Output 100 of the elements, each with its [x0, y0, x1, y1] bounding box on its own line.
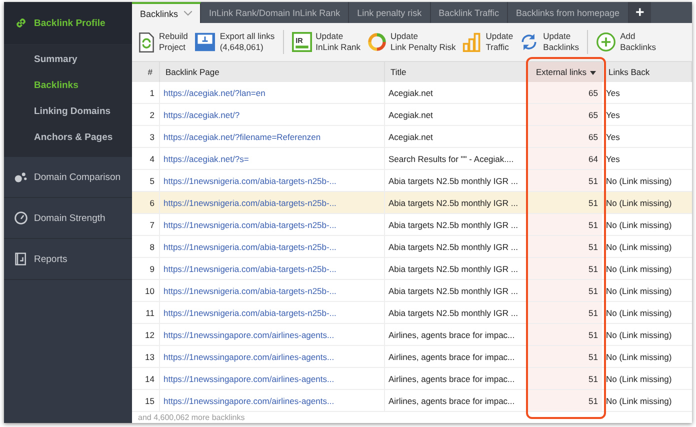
backlink-url[interactable]: https://1newsnigeria.com/abia-targets-n25b-... — [159, 302, 384, 324]
links-back-cell: No (Link missing) — [602, 390, 692, 412]
table-row[interactable]: 4 https://acegiak.net/?s= Search Results for "" - Acegiak.... 64 Yes — [132, 148, 692, 170]
row-number: 10 — [132, 280, 159, 302]
sidebar-item[interactable]: Anchors & Pages — [4, 125, 132, 151]
links-back-cell: Yes — [602, 82, 692, 104]
backlink-url[interactable]: https://acegiak.net/?filename=Referenzen — [159, 126, 384, 148]
external-links-cell: 51 — [527, 214, 602, 236]
toolbar-button[interactable]: Update Backlinks — [519, 31, 580, 53]
external-links-cell: 51 — [527, 390, 602, 412]
backlink-url[interactable]: https://1newsnigeria.com/abia-targets-n25b-... — [159, 192, 384, 214]
add-tab-button[interactable]: + — [628, 2, 652, 23]
title-cell: Airlines, agents brace for impac... — [384, 390, 527, 412]
title-cell: Airlines, agents brace for impac... — [384, 346, 527, 368]
table-row[interactable]: 13 https://1newssingapore.com/airlines-agents... Airlines, agents brace for impac... 51 No (Link missing) — [132, 346, 692, 368]
table-row[interactable]: 2 https://acegiak.net/? Acegiak.net 65 Yes — [132, 104, 692, 126]
column-header[interactable]: Links Back — [602, 62, 692, 82]
row-number: 4 — [132, 148, 159, 170]
links-back-cell: Yes — [602, 104, 692, 126]
toolbar-button[interactable]: Add Backlinks — [596, 31, 656, 53]
links-back-cell: No (Link missing) — [602, 214, 692, 236]
table-row[interactable]: 15 https://1newssingapore.com/airlines-agents... Airlines, agents brace for impac... 51 No (Link missing) — [132, 390, 692, 412]
table-row[interactable]: 3 https://acegiak.net/?filename=Referenzen Acegiak.net 65 Yes — [132, 126, 692, 148]
row-number: 13 — [132, 346, 159, 368]
row-number: 7 — [132, 214, 159, 236]
toolbar-button[interactable]: IR Update InLink Rank — [292, 31, 361, 53]
external-links-cell: 64 — [527, 148, 602, 170]
external-links-cell: 51 — [527, 258, 602, 280]
links-back-cell: No (Link missing) — [602, 192, 692, 214]
backlink-url[interactable]: https://acegiak.net/?lan=en — [159, 82, 384, 104]
table-row[interactable]: 1 https://acegiak.net/?lan=en Acegiak.net 65 Yes — [132, 82, 692, 104]
table-row[interactable]: 9 https://1newsnigeria.com/abia-targets-n25b-... Abia targets N2.5b monthly IGR ... 51 No (Link missing) — [132, 258, 692, 280]
tab[interactable]: Backlinks — [132, 2, 202, 23]
title-cell: Acegiak.net — [384, 82, 527, 104]
links-back-cell: No (Link missing) — [602, 302, 692, 324]
tab[interactable]: InLink Rank/Domain InLink Rank — [201, 2, 350, 23]
ring-icon — [366, 32, 387, 52]
links-back-cell: No (Link missing) — [602, 280, 692, 302]
row-number: 8 — [132, 236, 159, 258]
column-header[interactable]: # — [132, 62, 159, 82]
table-row[interactable]: 8 https://1newsnigeria.com/abia-targets-n25b-... Abia targets N2.5b monthly IGR ... 51 No (Link missing) — [132, 236, 692, 258]
sidebar-item[interactable]: Backlinks — [4, 73, 132, 99]
toolbar-button[interactable]: Update Link Penalty Risk — [366, 31, 456, 53]
tab[interactable]: Link penalty risk — [349, 2, 431, 23]
external-links-cell: 51 — [527, 170, 602, 192]
row-number: 12 — [132, 324, 159, 346]
external-links-cell: 51 — [527, 302, 602, 324]
ir-label: IR — [295, 36, 303, 45]
table-row[interactable]: 14 https://1newssingapore.com/airlines-agents... Airlines, agents brace for impac... 51 No (Link missing) — [132, 368, 692, 390]
sidebar-section[interactable]: Backlink Profile — [4, 2, 132, 45]
external-links-cell: 51 — [527, 368, 602, 390]
backlink-url[interactable]: https://1newsnigeria.com/abia-targets-n25b-... — [159, 280, 384, 302]
backlink-url[interactable]: https://1newssingapore.com/airlines-agents... — [159, 390, 384, 412]
links-back-cell: Yes — [602, 148, 692, 170]
title-cell: Acegiak.net — [384, 104, 527, 126]
csv-file-icon — [194, 32, 216, 52]
backlink-url[interactable]: https://1newsnigeria.com/abia-targets-n25b-... — [159, 214, 384, 236]
external-links-cell: 51 — [527, 346, 602, 368]
sort-caret-icon — [590, 70, 596, 75]
gauge-icon — [14, 211, 28, 225]
document-icon — [14, 252, 28, 266]
title-cell: Abia targets N2.5b monthly IGR ... — [384, 214, 527, 236]
title-cell: Airlines, agents brace for impac... — [384, 324, 527, 346]
links-back-cell: No (Link missing) — [602, 346, 692, 368]
row-number: 11 — [132, 302, 159, 324]
row-number: 9 — [132, 258, 159, 280]
title-cell: Airlines, agents brace for impac... — [384, 368, 527, 390]
backlink-url[interactable]: https://1newssingapore.com/airlines-agents... — [159, 324, 384, 346]
links-back-cell: No (Link missing) — [602, 258, 692, 280]
row-number: 3 — [132, 126, 159, 148]
table-row[interactable]: 10 https://1newsnigeria.com/abia-targets-n25b-... Abia targets N2.5b monthly IGR ... 51 No (Link missing) — [132, 280, 692, 302]
column-header[interactable]: External links — [527, 62, 602, 82]
tab[interactable]: Backlink Traffic — [430, 2, 508, 23]
toolbar-button[interactable]: Rebuild Project — [138, 31, 188, 53]
sidebar-item[interactable]: Linking Domains — [4, 99, 132, 125]
table-row[interactable]: 12 https://1newssingapore.com/airlines-agents... Airlines, agents brace for impac... 51 No (Link missing) — [132, 324, 692, 346]
row-number: 14 — [132, 368, 159, 390]
external-links-cell: 51 — [527, 324, 602, 346]
toolbar-button[interactable]: Export all links (4,648,061) — [194, 31, 275, 53]
table-row[interactable]: 11 https://1newsnigeria.com/abia-targets-n25b-... Abia targets N2.5b monthly IGR ... 51 No (Link missing) — [132, 302, 692, 324]
external-links-cell: 51 — [527, 236, 602, 258]
sidebar-item[interactable]: Summary — [4, 47, 132, 73]
more-backlinks-text: and 4,600,062 more backlinks — [137, 412, 246, 423]
external-links-cell: 51 — [527, 192, 602, 214]
backlink-url[interactable]: https://1newssingapore.com/airlines-agents... — [159, 368, 384, 390]
backlink-url[interactable]: https://1newsnigeria.com/abia-targets-n25b-... — [159, 258, 384, 280]
table-row[interactable]: 7 https://1newsnigeria.com/abia-targets-n25b-... Abia targets N2.5b monthly IGR ... 51 No (Link missing) — [132, 214, 692, 236]
toolbar-button[interactable]: Update Traffic — [462, 31, 514, 53]
title-cell: Abia targets N2.5b monthly IGR ... — [384, 302, 527, 324]
column-header[interactable]: Title — [384, 62, 527, 82]
column-header[interactable]: Backlink Page — [159, 62, 384, 82]
links-back-cell: No (Link missing) — [602, 324, 692, 346]
backlink-url[interactable]: https://1newsnigeria.com/abia-targets-n25b-... — [159, 236, 384, 258]
table-row[interactable]: 6 https://1newsnigeria.com/abia-targets-n25b-... Abia targets N2.5b monthly IGR ... 51 No (Link missing) — [132, 192, 692, 214]
title-cell: Abia targets N2.5b monthly IGR ... — [384, 258, 527, 280]
backlink-url[interactable]: https://acegiak.net/?s= — [159, 148, 384, 170]
row-number: 2 — [132, 104, 159, 126]
backlink-url[interactable]: https://1newssingapore.com/airlines-agents... — [159, 346, 384, 368]
links-back-cell: No (Link missing) — [602, 368, 692, 390]
backlink-url[interactable]: https://acegiak.net/? — [159, 104, 384, 126]
